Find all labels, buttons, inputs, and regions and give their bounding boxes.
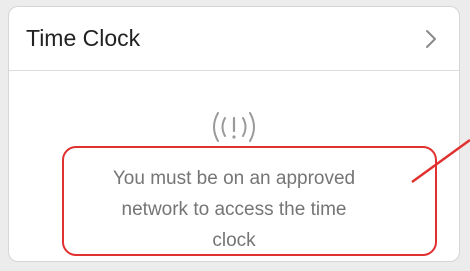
page: Time Clock You must be on an approved ne…: [0, 0, 470, 271]
message-line: You must be on an approved: [112, 168, 356, 189]
message-line: network to access the time: [121, 199, 347, 220]
time-clock-header[interactable]: Time Clock: [9, 7, 459, 71]
card-body: You must be on an approved network to ac…: [9, 71, 459, 261]
message-line: clock: [212, 230, 256, 251]
network-signal-alert-icon: [204, 107, 264, 147]
chevron-right-icon: [423, 27, 439, 51]
time-clock-card: Time Clock You must be on an approved ne…: [8, 6, 460, 262]
card-title: Time Clock: [26, 25, 141, 51]
network-warning-message: You must be on an approved network to ac…: [9, 163, 459, 256]
